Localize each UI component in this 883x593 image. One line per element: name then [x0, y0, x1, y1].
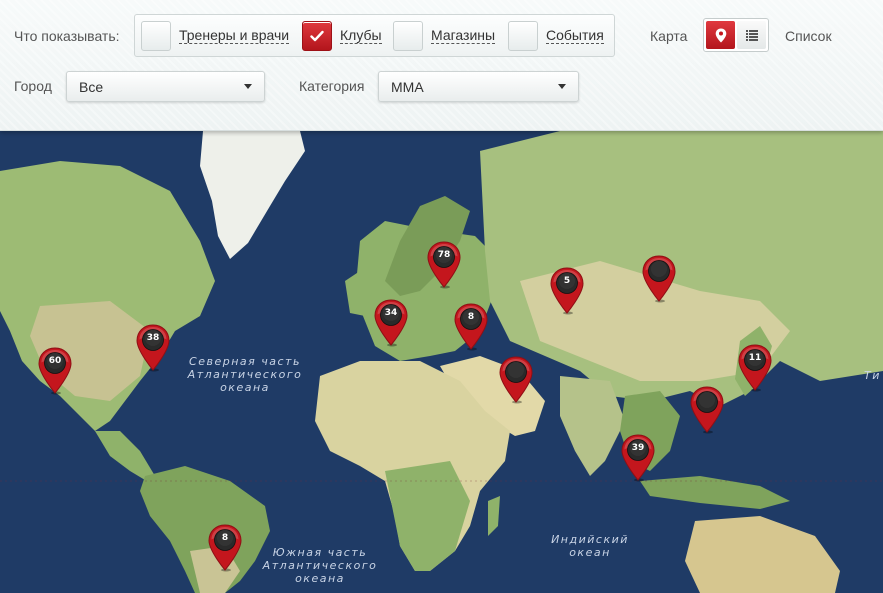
marker-arabia[interactable] [498, 356, 534, 404]
city-label: Город [14, 78, 52, 94]
filter-panel: Что показывать: Тренеры и врачи Клубы Ма… [0, 0, 883, 131]
marker-japan[interactable]: 11 [737, 344, 773, 392]
marker-central-asia[interactable]: 5 [549, 267, 585, 315]
map-pin-icon [374, 299, 408, 347]
ocean-label-south-atlantic: Южная часть Атлантического океана [262, 546, 378, 585]
map-pin-icon [427, 241, 461, 289]
marker-north-america-east[interactable]: 38 [135, 324, 171, 372]
map-pin-icon [738, 344, 772, 392]
marker-southeast-asia[interactable]: 39 [620, 434, 656, 482]
filter-shops-label[interactable]: Магазины [431, 28, 496, 44]
marker-count: 8 [221, 533, 229, 543]
ocean-label-indian: Индийский океан [551, 533, 629, 559]
filter-trainers-label[interactable]: Тренеры и врачи [179, 28, 290, 44]
ocean-label-north-atlantic: Северная часть Атлантического океана [187, 355, 303, 394]
checkbox-events[interactable] [508, 21, 538, 51]
map-pin-icon [715, 28, 726, 42]
marker-count: 39 [631, 443, 645, 453]
city-select-value: Все [79, 78, 104, 95]
category-label: Категория [299, 78, 365, 94]
map-pin-icon [208, 524, 242, 572]
category-select-value: ММА [391, 78, 424, 95]
marker-count: 34 [384, 308, 398, 318]
map-pin-icon [550, 267, 584, 315]
list-view-button[interactable] [737, 21, 766, 49]
map-pin-icon [136, 324, 170, 372]
type-filter-group: Тренеры и врачи Клубы Магазины События [134, 14, 615, 57]
checkmark-icon [310, 30, 324, 42]
map-pin-icon [690, 386, 724, 434]
view-map-label[interactable]: Карта [650, 28, 687, 44]
marker-north-america-west[interactable]: 60 [37, 347, 73, 395]
ocean-label-pacific-partial: Ти [864, 369, 881, 382]
marker-count: 60 [48, 356, 62, 366]
filter-events[interactable]: События [508, 21, 604, 51]
view-list-label[interactable]: Список [785, 28, 832, 44]
view-toggle [703, 18, 769, 52]
marker-scandinavia[interactable]: 78 [426, 241, 462, 289]
marker-siberia[interactable] [641, 255, 677, 303]
marker-count: 8 [467, 312, 475, 322]
marker-europe-east[interactable]: 8 [453, 303, 489, 351]
map-view-button[interactable] [706, 21, 735, 49]
marker-south-america[interactable]: 8 [207, 524, 243, 572]
marker-count: 38 [146, 333, 160, 343]
list-icon [745, 29, 758, 41]
filter-clubs-label[interactable]: Клубы [340, 28, 382, 44]
marker-count: 11 [748, 353, 762, 363]
filter-events-label[interactable]: События [546, 28, 604, 44]
map-pin-icon [499, 356, 533, 404]
checkbox-shops[interactable] [393, 21, 423, 51]
show-label: Что показывать: [14, 28, 120, 44]
marker-count: 5 [563, 276, 571, 286]
map-pin-icon [621, 434, 655, 482]
map-pin-icon [38, 347, 72, 395]
marker-china-south[interactable] [689, 386, 725, 434]
marker-count: 78 [437, 250, 451, 260]
filter-shops[interactable]: Магазины [393, 21, 496, 51]
city-select[interactable]: Все [66, 71, 265, 102]
marker-europe-west[interactable]: 34 [373, 299, 409, 347]
filter-clubs[interactable]: Клубы [302, 21, 382, 51]
world-map[interactable]: Северная часть Атлантического океана Южн… [0, 131, 883, 593]
category-select[interactable]: ММА [378, 71, 579, 102]
map-pin-icon [454, 303, 488, 351]
chevron-down-icon [244, 84, 252, 89]
chevron-down-icon [558, 84, 566, 89]
checkbox-clubs[interactable] [302, 21, 332, 51]
map-pin-icon [642, 255, 676, 303]
filter-trainers[interactable]: Тренеры и врачи [141, 21, 290, 51]
checkbox-trainers[interactable] [141, 21, 171, 51]
